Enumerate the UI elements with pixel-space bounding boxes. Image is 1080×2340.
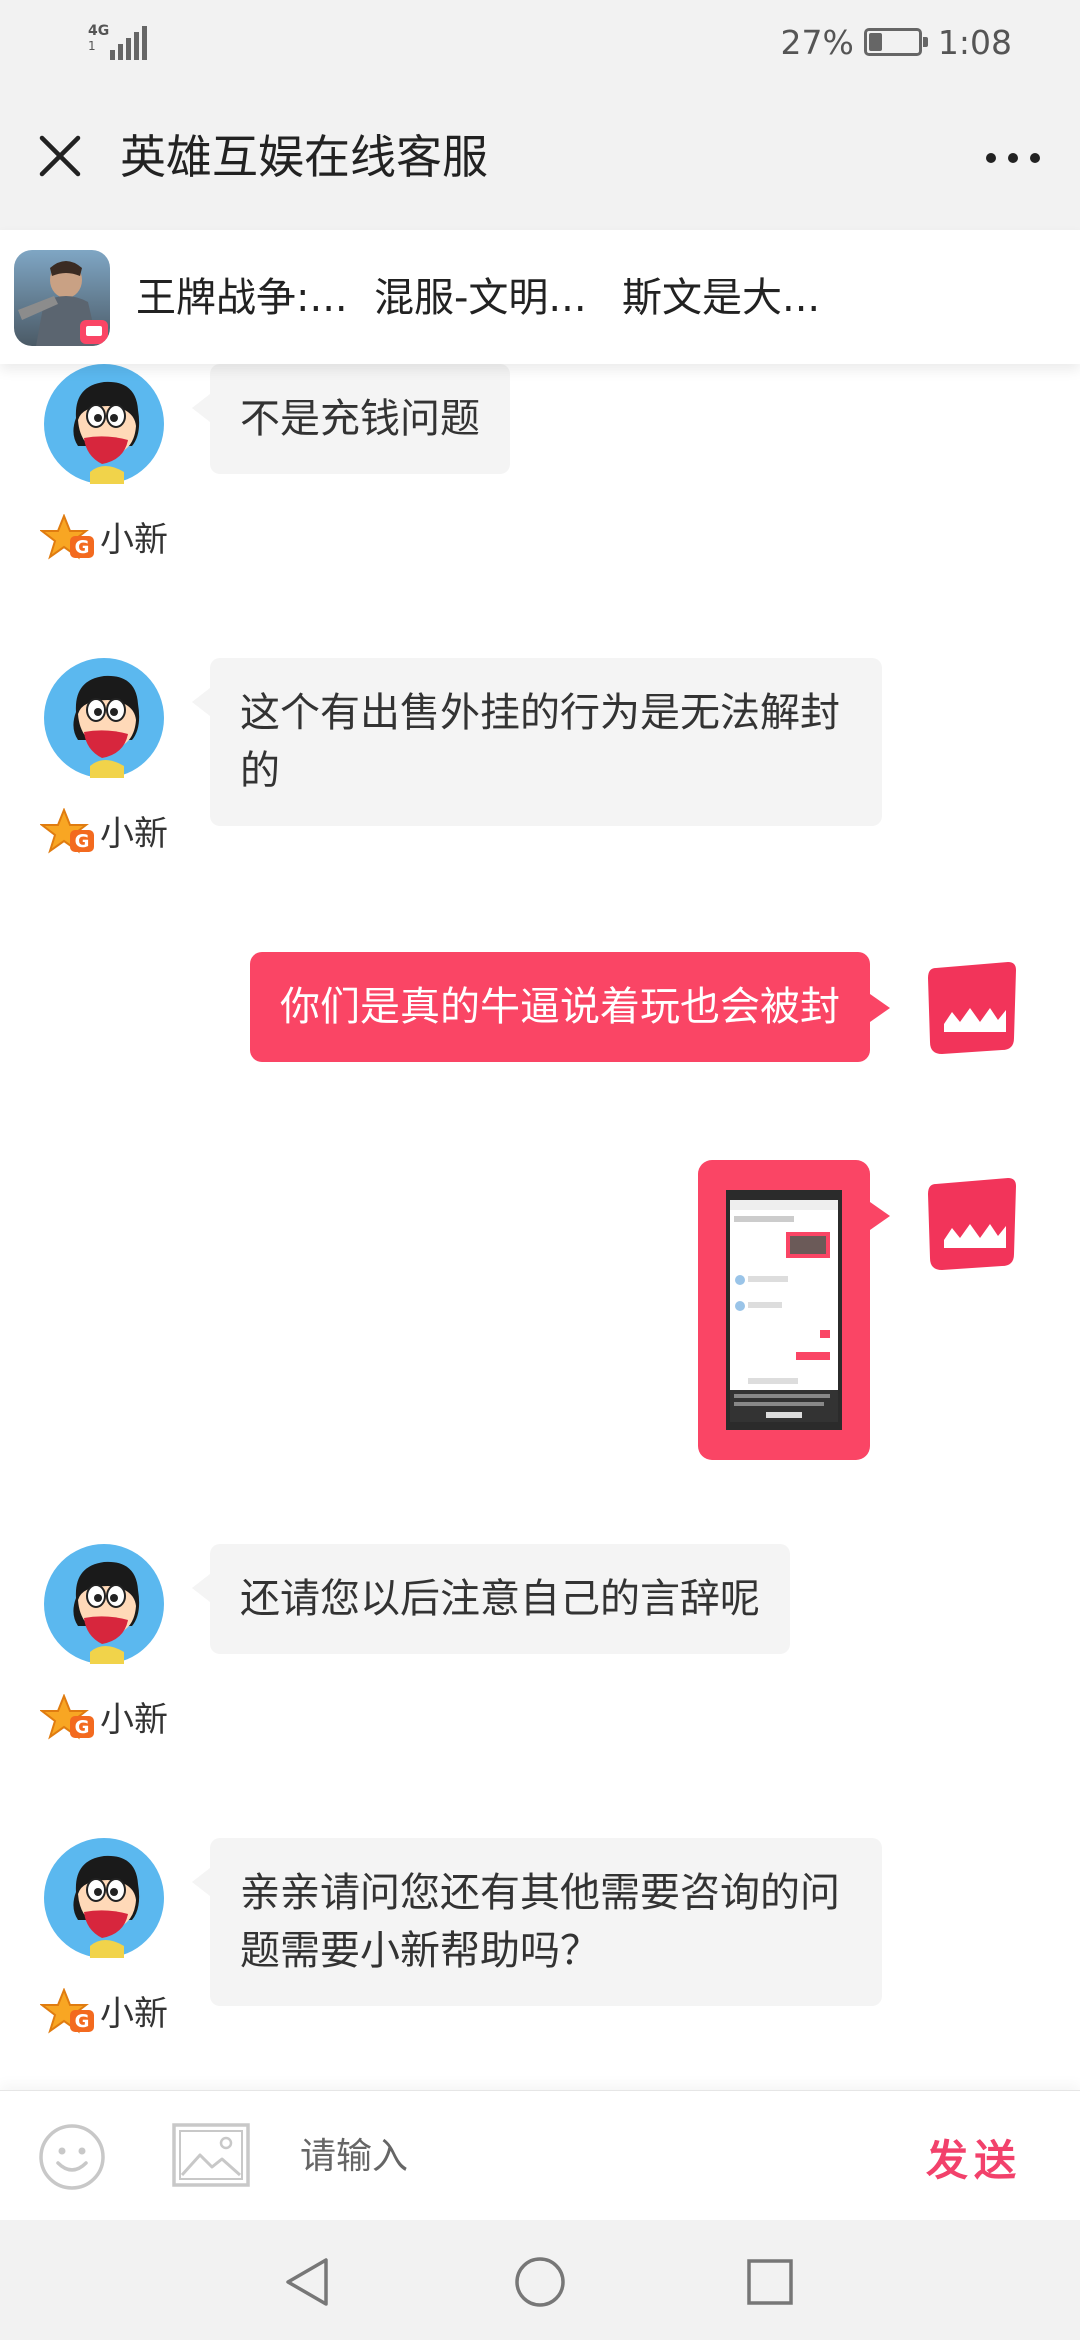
network-type: 4G <box>88 23 110 39</box>
game-tab-bar: 王牌战争:... 混服-文明... 斯文是大... <box>0 230 1080 364</box>
emoji-button[interactable] <box>38 2123 106 2191</box>
message-bubble: 不是充钱问题 <box>192 364 510 474</box>
more-button[interactable] <box>978 130 1048 186</box>
system-nav-bar <box>0 2220 1080 2340</box>
level-badge-icon: G <box>40 1987 94 2034</box>
agent-avatar[interactable] <box>44 658 164 778</box>
network-sub: 1 <box>88 39 96 53</box>
svg-text:G: G <box>75 2011 90 2032</box>
signal-indicator: 4G 1 <box>88 22 148 62</box>
game-tab-3[interactable]: 斯文是大... <box>622 270 820 326</box>
page-title: 英雄互娱在线客服 <box>120 130 488 184</box>
recents-icon <box>747 2259 793 2305</box>
input-bar: 发送 <box>0 2090 1080 2220</box>
agent-avatar[interactable] <box>44 364 164 484</box>
home-button[interactable] <box>512 2254 568 2310</box>
image-button[interactable] <box>172 2123 250 2187</box>
message-agent: G 小新 不是充钱问题 <box>0 364 1080 564</box>
agent-name: 小新 <box>100 1994 168 2034</box>
title-bar: 英雄互娱在线客服 <box>0 84 1080 230</box>
message-bubble: 这个有出售外挂的行为是无法解封的 <box>192 658 882 826</box>
message-input[interactable] <box>300 2121 860 2191</box>
agent-name: 小新 <box>100 814 168 854</box>
emoji-icon <box>39 2124 105 2190</box>
agent-avatar[interactable] <box>44 1838 164 1958</box>
screenshot-thumbnail <box>726 1190 842 1430</box>
message-agent: G 小新 亲亲请问您还有其他需要咨询的问题需要小新帮助吗？ <box>0 1838 1080 2058</box>
message-bubble: 你们是真的牛逼说着玩也会被封 <box>250 952 890 1062</box>
message-agent: G 小新 这个有出售外挂的行为是无法解封的 <box>0 658 1080 878</box>
battery-percent: 27% <box>780 22 854 62</box>
message-user-image <box>0 1160 1080 1470</box>
recents-button[interactable] <box>742 2254 798 2310</box>
user-avatar[interactable] <box>922 1174 1022 1274</box>
agent-avatar[interactable] <box>44 1544 164 1664</box>
svg-text:G: G <box>75 831 90 852</box>
level-badge-icon: G <box>40 1693 94 1740</box>
image-message[interactable] <box>698 1160 890 1460</box>
send-button[interactable]: 发送 <box>926 2127 1022 2188</box>
svg-text:G: G <box>75 1717 90 1738</box>
image-icon <box>172 2123 250 2187</box>
status-bar: 4G 1 27% 1:08 <box>0 0 1080 84</box>
close-button[interactable] <box>28 124 92 188</box>
user-avatar[interactable] <box>922 958 1022 1058</box>
back-icon <box>286 2258 328 2306</box>
level-badge-icon: G <box>40 807 94 854</box>
clock: 1:08 <box>937 22 1012 62</box>
message-agent: G 小新 还请您以后注意自己的言辞呢 <box>0 1544 1080 1744</box>
agent-name: 小新 <box>100 1700 168 1740</box>
back-button[interactable] <box>280 2254 336 2310</box>
home-icon <box>515 2257 565 2307</box>
message-bubble: 亲亲请问您还有其他需要咨询的问题需要小新帮助吗？ <box>192 1838 882 2006</box>
game-tab-1[interactable]: 王牌战争:... <box>136 270 348 326</box>
message-bubble: 还请您以后注意自己的言辞呢 <box>192 1544 790 1654</box>
message-user: 你们是真的牛逼说着玩也会被封 <box>0 952 1080 1092</box>
level-badge-icon: G <box>40 513 94 560</box>
agent-name: 小新 <box>100 520 168 560</box>
game-logo-icon <box>14 250 110 346</box>
close-icon <box>39 135 81 177</box>
signal-bars-icon <box>110 26 150 60</box>
battery-icon <box>863 28 928 56</box>
svg-text:G: G <box>75 537 90 558</box>
game-tab-2[interactable]: 混服-文明... <box>374 270 587 326</box>
chat-list[interactable]: G 小新 不是充钱问题 G 小新 这个有出售外挂的行为是无法解封的 你们是真的牛… <box>0 364 1080 2090</box>
game-icon[interactable] <box>14 250 110 346</box>
battery-level <box>868 33 882 51</box>
more-icon <box>986 153 996 163</box>
